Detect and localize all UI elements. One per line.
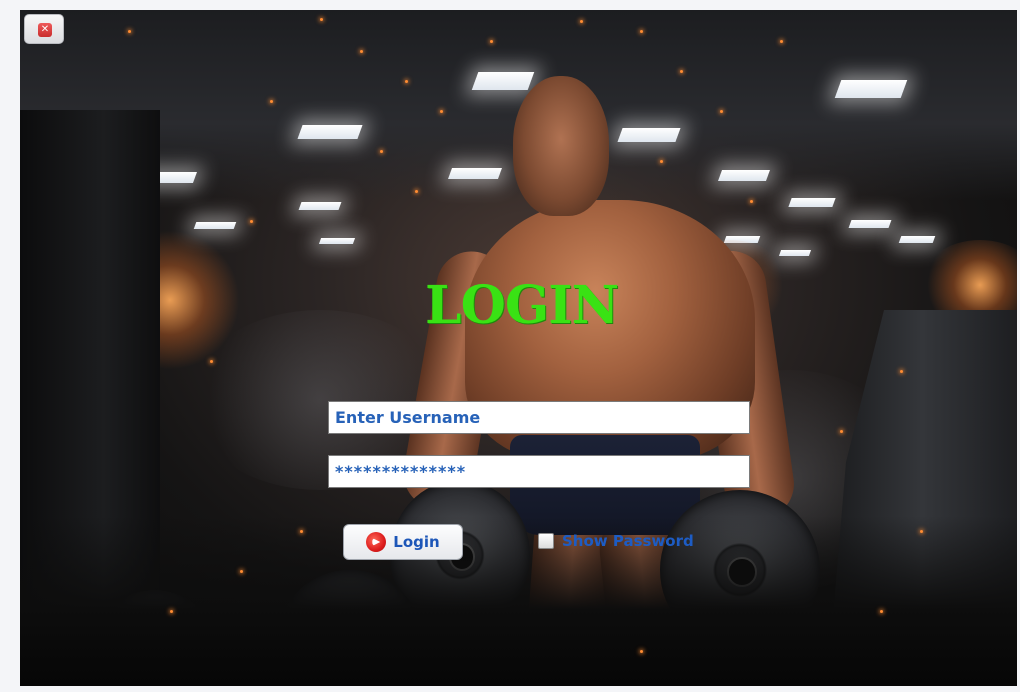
spark [440, 110, 443, 113]
password-field[interactable] [328, 455, 750, 488]
ceiling-light [717, 170, 771, 181]
spark [300, 530, 303, 533]
ceiling-light [778, 250, 812, 256]
spark [490, 40, 493, 43]
spark [660, 160, 663, 163]
spark [640, 30, 643, 33]
gym-background-image [20, 10, 1017, 686]
login-arrow-icon [366, 532, 387, 552]
page-title: LOGIN [425, 275, 619, 336]
spark [210, 360, 213, 363]
spark [780, 40, 783, 43]
spark [920, 530, 923, 533]
spark [270, 100, 273, 103]
ceiling-light [471, 72, 535, 90]
ceiling-light [297, 125, 363, 139]
show-password-toggle[interactable]: Show Password [538, 532, 694, 550]
ceiling-light [788, 198, 836, 207]
spark [680, 70, 683, 73]
spark [750, 200, 753, 203]
spark [720, 110, 723, 113]
ceiling-light [447, 168, 503, 179]
spark [170, 610, 173, 613]
login-button-label: Login [393, 533, 440, 551]
spark [580, 20, 583, 23]
ceiling-light [848, 220, 892, 228]
spark [900, 370, 903, 373]
ceiling-light [617, 128, 681, 142]
login-button[interactable]: Login [343, 524, 463, 560]
spark [128, 30, 131, 33]
close-icon: ✕ [38, 23, 52, 37]
spark [240, 570, 243, 573]
login-window: ✕ LOGIN Login Show Password [0, 0, 1020, 692]
ceiling-light [318, 238, 356, 244]
show-password-label: Show Password [562, 532, 694, 550]
spark [405, 80, 408, 83]
spark [880, 610, 883, 613]
spark [840, 430, 843, 433]
gym-floor [20, 516, 1017, 686]
close-button[interactable]: ✕ [24, 14, 64, 44]
spark [360, 50, 363, 53]
spark [320, 18, 323, 21]
spark [415, 190, 418, 193]
ceiling-light [193, 222, 237, 229]
ceiling-light [834, 80, 908, 98]
show-password-checkbox[interactable] [538, 533, 554, 549]
spark [380, 150, 383, 153]
username-field[interactable] [328, 401, 750, 434]
spark [250, 220, 253, 223]
athlete-head [513, 76, 609, 216]
ceiling-light [898, 236, 936, 243]
spark [640, 650, 643, 653]
ceiling-light [298, 202, 342, 210]
